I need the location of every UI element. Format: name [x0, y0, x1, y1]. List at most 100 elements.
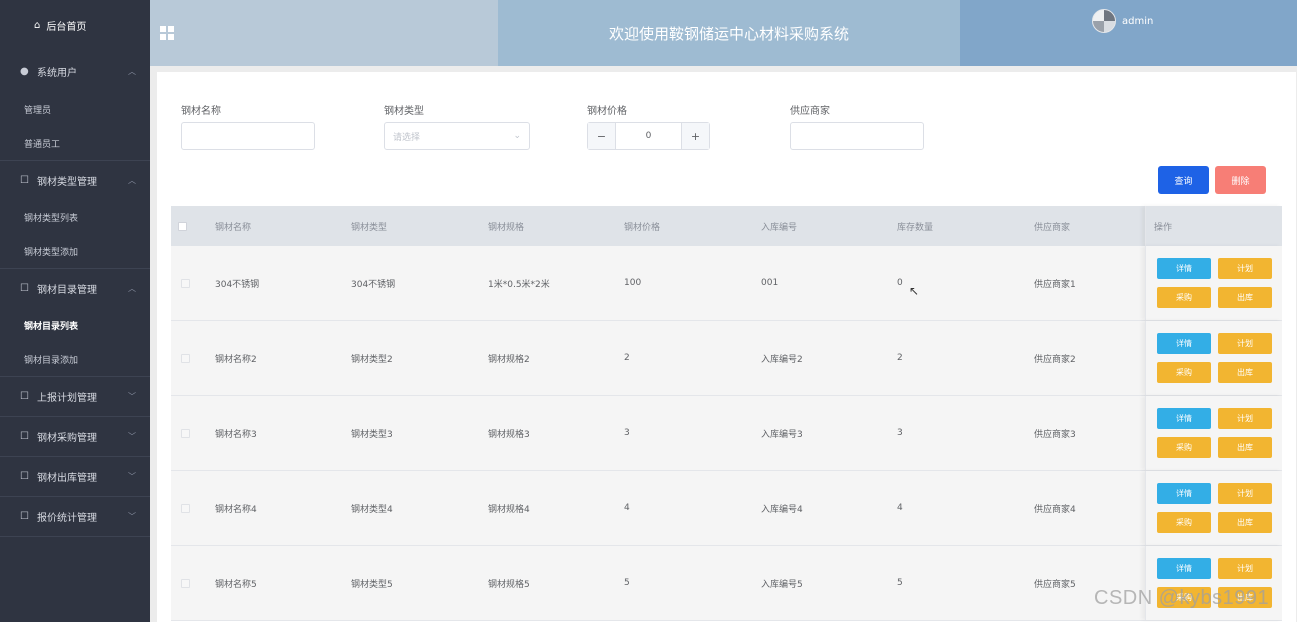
sidebar-group-header[interactable]: ☐ 钢材目录管理 ︿: [0, 269, 150, 308]
decrease-button[interactable]: −: [588, 123, 616, 149]
sidebar-group: ☐ 钢材类型管理 ︿ 钢材类型列表 钢材类型添加: [0, 161, 150, 269]
column-header: 入库编号: [761, 222, 798, 233]
plan-button[interactable]: 计划: [1218, 258, 1272, 279]
sidebar-item[interactable]: 钢材目录添加: [0, 342, 150, 376]
detail-button[interactable]: 详情: [1157, 333, 1211, 354]
outbound-button[interactable]: 出库: [1218, 512, 1272, 533]
table-cell: 304不锈钢: [215, 279, 260, 290]
increase-button[interactable]: +: [681, 123, 709, 149]
menu-grid-icon[interactable]: [160, 26, 174, 40]
outbound-button[interactable]: 出库: [1218, 437, 1272, 458]
query-button[interactable]: 查询: [1158, 166, 1209, 194]
select-all-checkbox-cell: [178, 206, 187, 246]
plan-button[interactable]: 计划: [1218, 483, 1272, 504]
column-header: 钢材类型: [351, 222, 388, 233]
sidebar-item[interactable]: 钢材类型列表: [0, 200, 150, 234]
outbound-button[interactable]: 出库: [1218, 287, 1272, 308]
sidebar-group: ☐ 钢材采购管理 ﹀: [0, 417, 150, 457]
column-header: 钢材规格: [488, 222, 525, 233]
table-cell: 钢材规格4: [488, 504, 530, 515]
table-cell: 4: [897, 503, 903, 513]
filter-supplier: 供应商家: [790, 102, 924, 150]
sidebar-group-title: 钢材类型管理: [37, 177, 97, 188]
column-header: 库存数量: [897, 222, 934, 233]
sidebar-group: ● 系统用户 ︿ 管理员 普通员工: [0, 50, 150, 161]
sidebar-group-header[interactable]: ☐ 报价统计管理 ﹀: [0, 497, 150, 536]
table-cell: 入库编号3: [761, 429, 803, 440]
sidebar-item[interactable]: 普通员工: [0, 126, 150, 160]
table-cell: 钢材类型5: [351, 579, 393, 590]
purchase-button[interactable]: 采购: [1157, 287, 1211, 308]
column-header: 钢材名称: [215, 222, 252, 233]
purchase-button[interactable]: 采购: [1157, 437, 1211, 458]
table-header: 钢材名称 钢材类型 钢材规格 钢材价格 入库编号 库存数量 供应商家 操作: [171, 206, 1282, 246]
detail-button[interactable]: 详情: [1157, 558, 1211, 579]
sidebar-group: ☐ 报价统计管理 ﹀: [0, 497, 150, 537]
table-cell: 1米*0.5米*2米: [488, 279, 550, 290]
supplier-input[interactable]: [790, 122, 924, 150]
outbound-button[interactable]: 出库: [1218, 362, 1272, 383]
sidebar-home-label: 后台首页: [46, 21, 87, 33]
sidebar-group-header[interactable]: ☐ 上报计划管理 ﹀: [0, 377, 150, 416]
table-cell: 5: [897, 578, 903, 588]
plan-button[interactable]: 计划: [1218, 558, 1272, 579]
chevron-down-icon: ﹀: [128, 472, 136, 481]
folder-icon: ☐: [20, 511, 29, 522]
table-cell: 304不锈钢: [351, 279, 396, 290]
table-cell: 入库编号2: [761, 354, 803, 365]
sidebar-group-header[interactable]: ● 系统用户 ︿: [0, 50, 150, 92]
purchase-button[interactable]: 采购: [1157, 512, 1211, 533]
user-icon: ●: [20, 65, 29, 77]
top-header: 欢迎使用鞍钢储运中心材料采购系统 admin: [150, 0, 1297, 66]
select-all-checkbox[interactable]: [178, 221, 187, 231]
sidebar-item[interactable]: 钢材类型添加: [0, 234, 150, 268]
row-checkbox[interactable]: [181, 353, 190, 363]
sidebar-group-title: 钢材采购管理: [37, 433, 97, 444]
sidebar-group: ☐ 钢材目录管理 ︿ 钢材目录列表 钢材目录添加: [0, 269, 150, 377]
name-input[interactable]: [181, 122, 315, 150]
sidebar-group: ☐ 钢材出库管理 ﹀: [0, 457, 150, 497]
table-cell: 钢材规格3: [488, 429, 530, 440]
delete-button[interactable]: 删除: [1215, 166, 1266, 194]
table-cell: 入库编号5: [761, 579, 803, 590]
detail-button[interactable]: 详情: [1157, 408, 1211, 429]
table-cell: 钢材名称5: [215, 579, 257, 590]
table-cell: 钢材类型2: [351, 354, 393, 365]
sidebar-group-header[interactable]: ☐ 钢材类型管理 ︿: [0, 161, 150, 200]
chevron-up-icon: ︿: [128, 176, 136, 185]
sidebar-home-link[interactable]: ⌂ 后台首页: [0, 0, 150, 50]
sidebar-group-title: 钢材出库管理: [37, 473, 97, 484]
price-value[interactable]: 0: [616, 123, 681, 149]
table-cell: 2: [897, 353, 903, 363]
row-actions: 详情 计划 采购 出库: [1145, 471, 1282, 545]
detail-button[interactable]: 详情: [1157, 483, 1211, 504]
row-checkbox[interactable]: [181, 278, 190, 288]
sidebar-group-title: 钢材目录管理: [37, 285, 97, 296]
filter-type-label: 钢材类型: [384, 106, 424, 117]
table-cell: 钢材名称2: [215, 354, 257, 365]
avatar[interactable]: [1092, 9, 1116, 33]
sidebar-group-header[interactable]: ☐ 钢材采购管理 ﹀: [0, 417, 150, 456]
table-cell: 100: [624, 278, 642, 288]
sidebar-item[interactable]: 钢材目录列表: [0, 308, 150, 342]
chevron-up-icon: ︿: [128, 284, 136, 293]
row-checkbox[interactable]: [181, 503, 190, 513]
plan-button[interactable]: 计划: [1218, 408, 1272, 429]
row-checkbox[interactable]: [181, 428, 190, 438]
column-header: 钢材价格: [624, 222, 661, 233]
username[interactable]: admin: [1122, 16, 1153, 27]
detail-button[interactable]: 详情: [1157, 258, 1211, 279]
filter-type: 钢材类型 请选择 ⌄: [384, 102, 530, 150]
header-right: admin: [960, 0, 1297, 66]
sidebar-group-title: 系统用户: [37, 67, 77, 79]
mouse-cursor-icon: ↖: [909, 284, 920, 298]
type-select[interactable]: 请选择 ⌄: [384, 122, 530, 150]
sidebar-group-header[interactable]: ☐ 钢材出库管理 ﹀: [0, 457, 150, 496]
purchase-button[interactable]: 采购: [1157, 362, 1211, 383]
row-checkbox[interactable]: [181, 578, 190, 588]
chevron-down-icon: ﹀: [128, 392, 136, 401]
plan-button[interactable]: 计划: [1218, 333, 1272, 354]
sidebar-item[interactable]: 管理员: [0, 92, 150, 126]
price-stepper[interactable]: − 0 +: [587, 122, 710, 150]
folder-icon: ☐: [20, 431, 29, 442]
